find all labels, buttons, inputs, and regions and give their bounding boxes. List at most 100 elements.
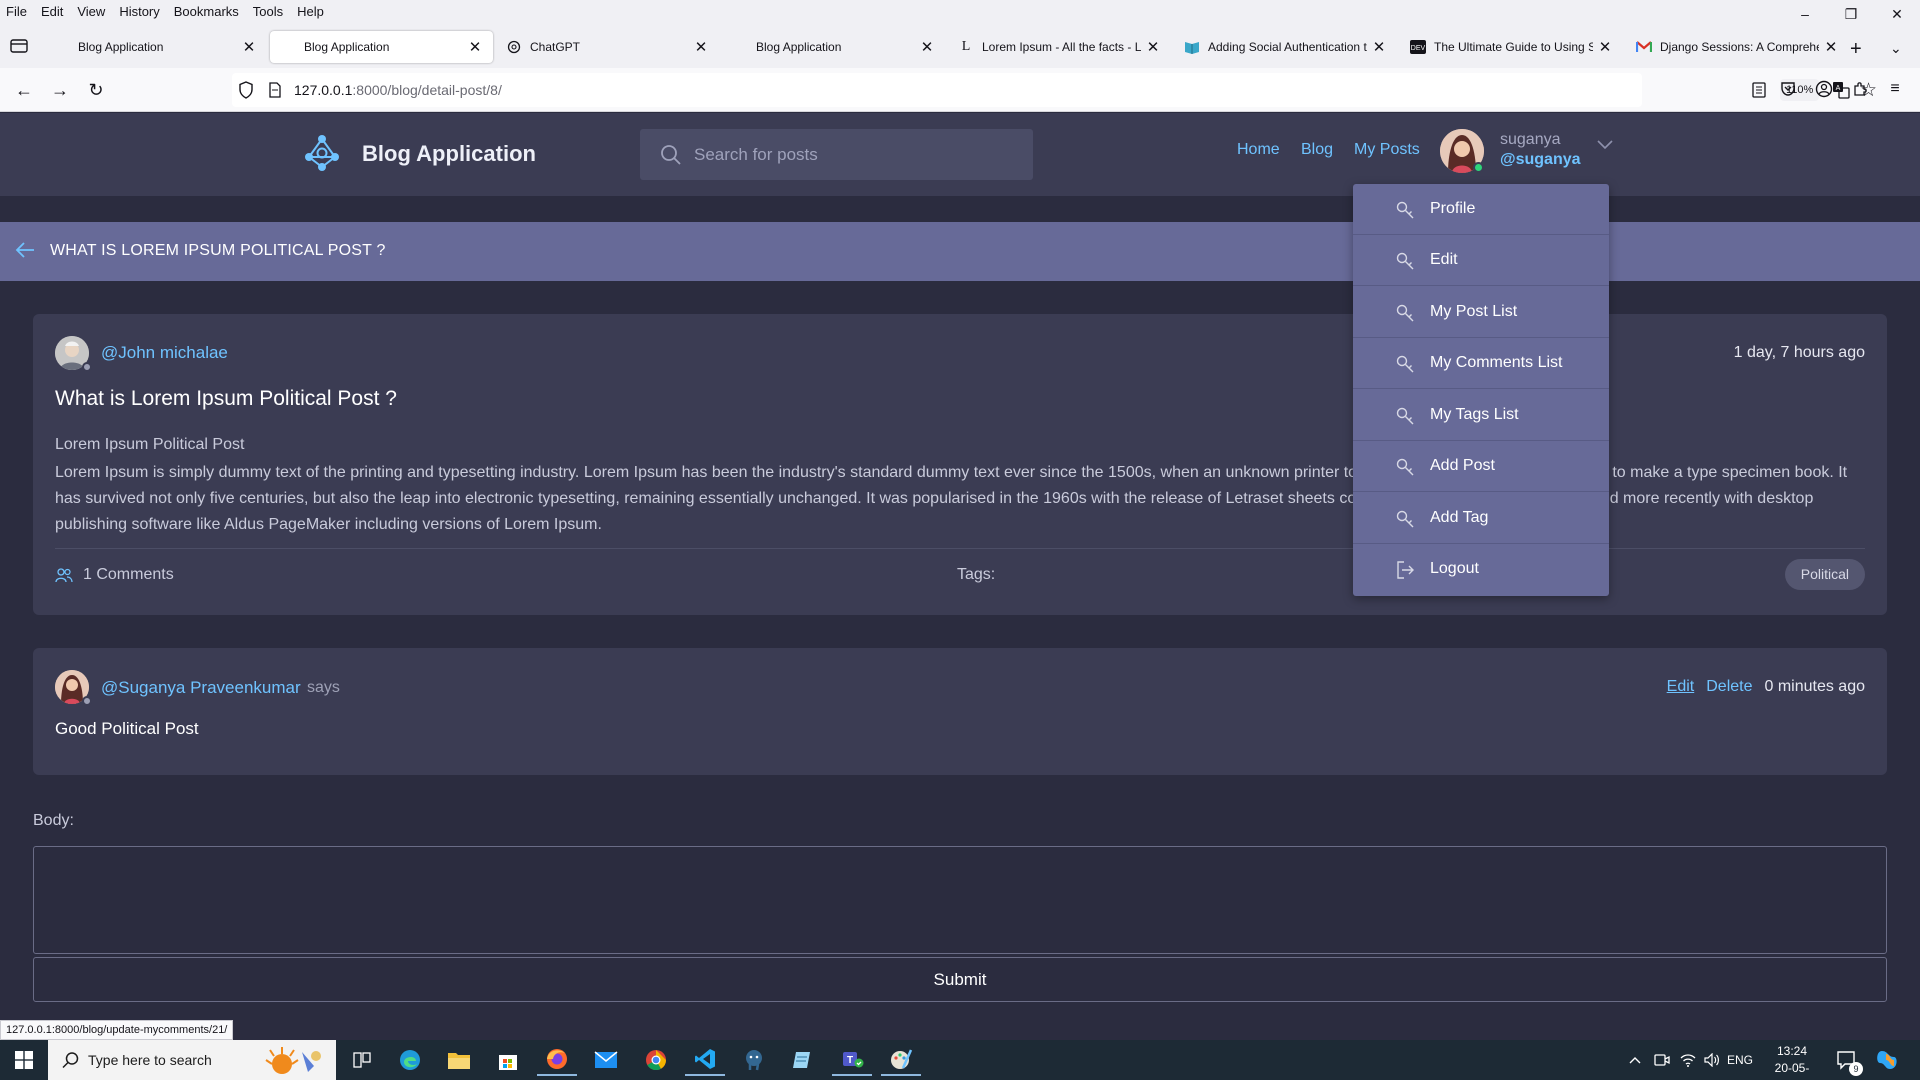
close-tab-icon[interactable]: ✕ — [241, 38, 257, 56]
meet-now-icon[interactable] — [1654, 1040, 1670, 1080]
app-menu-icon[interactable]: ≡ — [1884, 78, 1906, 100]
notepad-icon[interactable] — [783, 1044, 823, 1076]
notification-count-badge: 9 — [1849, 1062, 1863, 1076]
close-tab-icon[interactable]: ✕ — [693, 38, 709, 56]
input-language[interactable]: ENG — [1727, 1040, 1753, 1080]
submit-button[interactable]: Submit — [33, 957, 1887, 1002]
teams-icon[interactable]: T — [832, 1044, 872, 1076]
user-dropdown-menu: Profile Edit My Post List My Comments Li… — [1353, 184, 1609, 596]
comment-edit-link[interactable]: Edit — [1667, 678, 1695, 696]
menu-edit[interactable]: Edit — [34, 4, 70, 19]
dropdown-item-edit[interactable]: Edit — [1353, 235, 1609, 286]
comments-count[interactable]: 1 Comments — [83, 566, 174, 584]
user-avatar[interactable] — [1440, 129, 1484, 173]
nav-blog[interactable]: Blog — [1301, 141, 1333, 159]
close-tab-icon[interactable]: ✕ — [1371, 38, 1387, 56]
menu-help[interactable]: Help — [290, 4, 331, 19]
tab-django-sessions[interactable]: Django Sessions: A Comprehen ✕ — [1626, 31, 1849, 63]
tab-blog-application-active[interactable]: Blog Application ✕ — [270, 31, 493, 63]
tab-social-auth[interactable]: Adding Social Authentication to ✕ — [1174, 31, 1397, 63]
post-author-link[interactable]: @John michalae — [101, 343, 228, 363]
copilot-icon[interactable] — [1876, 1048, 1900, 1072]
vscode-icon[interactable] — [685, 1044, 725, 1076]
dropdown-item-add-tag[interactable]: Add Tag — [1353, 493, 1609, 544]
forward-icon[interactable]: → — [48, 78, 72, 102]
book-favicon — [1184, 39, 1200, 55]
mail-icon[interactable] — [586, 1044, 626, 1076]
menu-tools[interactable]: Tools — [246, 4, 290, 19]
search-box — [640, 129, 1033, 180]
tab-ultimate-guide[interactable]: DEV The Ultimate Guide to Using Soc ✕ — [1400, 31, 1623, 63]
menu-bookmarks[interactable]: Bookmarks — [167, 4, 246, 19]
taskbar-clock[interactable]: 13:24 20-05-2024 — [1762, 1043, 1822, 1080]
menu-history[interactable]: History — [112, 4, 166, 19]
tab-lorem-ipsum[interactable]: L Lorem Ipsum - All the facts - Lip ✕ — [948, 31, 1171, 63]
search-input[interactable] — [694, 129, 1024, 180]
tag-chip-political[interactable]: Political — [1784, 559, 1865, 590]
dropdown-item-add-post[interactable]: Add Post — [1353, 441, 1609, 492]
windows-taskbar: Type here to search T ENG 13:24 20-05- 9 — [0, 1040, 1920, 1080]
firefox-icon[interactable] — [537, 1044, 577, 1076]
close-tab-icon[interactable]: ✕ — [1145, 38, 1161, 56]
firefox-view-icon[interactable] — [10, 38, 28, 54]
account-icon[interactable] — [1813, 78, 1835, 100]
reload-icon[interactable]: ↻ — [84, 78, 108, 102]
reader-view-icon[interactable] — [1752, 82, 1766, 98]
microsoft-store-icon[interactable] — [488, 1044, 528, 1076]
close-tab-icon[interactable]: ✕ — [1823, 38, 1839, 56]
dropdown-item-my-comments-list[interactable]: My Comments List — [1353, 338, 1609, 389]
wifi-icon[interactable] — [1680, 1040, 1696, 1080]
taskbar-search[interactable]: Type here to search — [48, 1040, 336, 1080]
close-tab-icon[interactable]: ✕ — [919, 38, 935, 56]
dropdown-item-logout[interactable]: Logout — [1353, 544, 1609, 595]
close-tab-icon[interactable]: ✕ — [1597, 38, 1613, 56]
menu-view[interactable]: View — [70, 4, 112, 19]
wrench-icon — [1396, 252, 1414, 270]
search-icon — [62, 1052, 79, 1069]
tab-blog-application-1[interactable]: Blog Application ✕ — [44, 31, 267, 63]
task-view-icon[interactable] — [342, 1044, 382, 1076]
brand-name[interactable]: Blog Application — [362, 141, 536, 167]
chrome-icon[interactable] — [636, 1044, 676, 1076]
clock-time: 13:24 — [1776, 1044, 1808, 1058]
back-arrow-icon[interactable] — [15, 241, 35, 259]
postgresql-icon[interactable] — [734, 1044, 774, 1076]
page-info-icon[interactable] — [268, 82, 282, 98]
wrench-icon — [1396, 407, 1414, 425]
shield-icon[interactable] — [238, 81, 254, 99]
wrench-icon — [1396, 355, 1414, 373]
comment-delete-link[interactable]: Delete — [1706, 678, 1752, 696]
windows-start-icon[interactable] — [0, 1040, 48, 1080]
nav-home[interactable]: Home — [1237, 141, 1280, 159]
comment-author-link[interactable]: @Suganya Praveenkumar — [101, 678, 301, 698]
paint-icon[interactable] — [881, 1044, 921, 1076]
gmail-favicon — [1636, 39, 1652, 55]
dropdown-item-profile[interactable]: Profile — [1353, 184, 1609, 235]
nav-my-posts[interactable]: My Posts — [1354, 141, 1420, 159]
url-bar[interactable]: 127.0.0.1:8000/blog/detail-post/8/ 110% … — [232, 73, 1877, 107]
url-text[interactable]: 127.0.0.1:8000/blog/detail-post/8/ — [294, 82, 502, 98]
search-icon — [661, 145, 681, 165]
menu-file[interactable]: File — [0, 4, 34, 19]
back-icon[interactable]: ← — [12, 78, 36, 102]
extensions-icon[interactable] — [1849, 78, 1871, 100]
new-tab-icon[interactable]: + — [1850, 38, 1862, 61]
tab-title: Blog Application — [78, 40, 164, 54]
chevron-down-icon[interactable] — [1596, 139, 1614, 151]
pocket-icon[interactable] — [1777, 78, 1799, 100]
edge-icon[interactable] — [390, 1044, 430, 1076]
file-explorer-icon[interactable] — [439, 1044, 479, 1076]
dropdown-item-my-tags-list[interactable]: My Tags List — [1353, 390, 1609, 441]
user-handle[interactable]: @suganya — [1500, 151, 1581, 169]
wrench-icon — [1396, 304, 1414, 322]
close-tab-icon[interactable]: ✕ — [467, 38, 483, 56]
tab-chatgpt[interactable]: ChatGPT ✕ — [496, 31, 719, 63]
comment-body-textarea[interactable] — [33, 846, 1887, 954]
show-hidden-icons[interactable] — [1628, 1040, 1642, 1080]
volume-icon[interactable] — [1704, 1040, 1720, 1080]
tab-blog-application-3[interactable]: Blog Application ✕ — [722, 31, 945, 63]
list-all-tabs-icon[interactable]: ⌄ — [1890, 40, 1902, 57]
brand-logo-icon[interactable] — [302, 134, 342, 172]
wrench-icon — [1396, 201, 1414, 219]
dropdown-item-my-post-list[interactable]: My Post List — [1353, 287, 1609, 338]
